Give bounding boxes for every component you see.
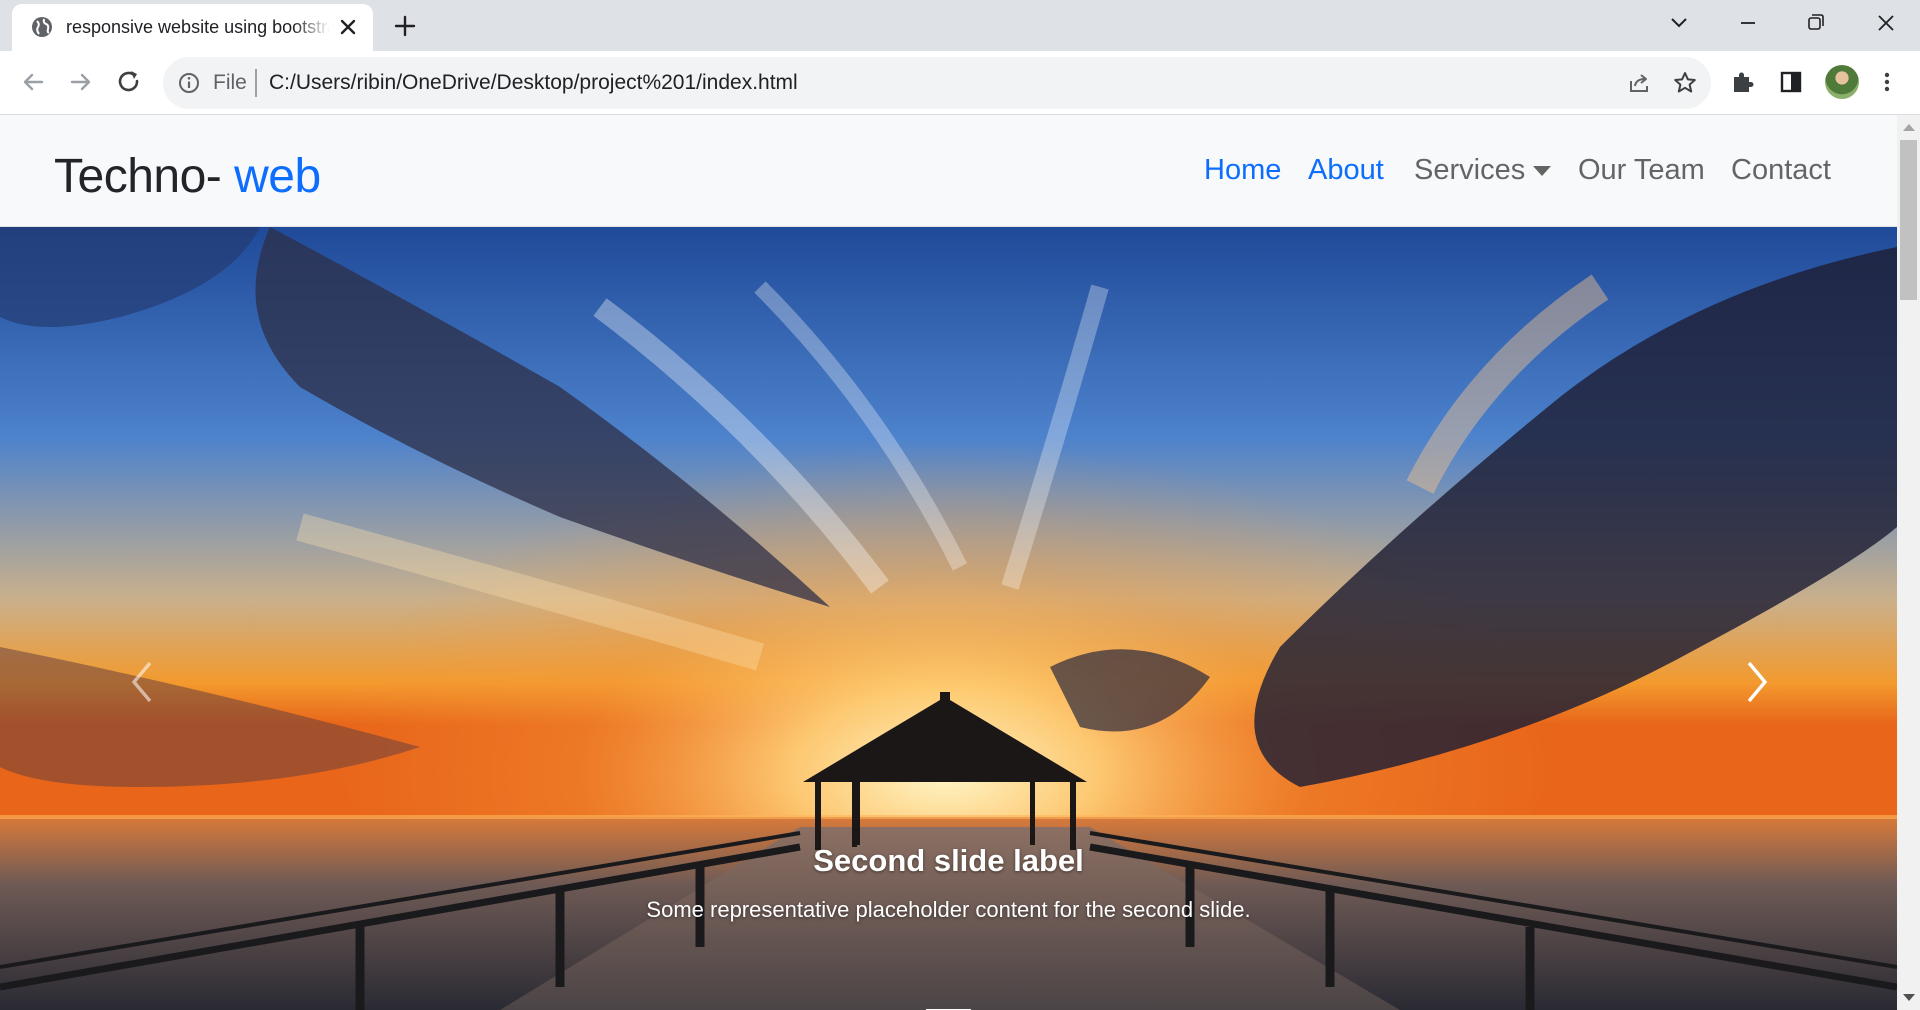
brand-accent: web [234, 150, 321, 203]
scrollbar-thumb[interactable] [1900, 140, 1917, 300]
new-tab-icon[interactable] [392, 13, 418, 39]
page-viewport: Techno- web Home About Services Our Team… [0, 115, 1920, 1010]
address-bar[interactable]: File C:/Users/ribin/OneDrive/Desktop/pro… [163, 57, 1711, 109]
nav-contact[interactable]: Contact [1731, 154, 1831, 187]
nav-our-team[interactable]: Our Team [1578, 154, 1705, 187]
slide-label: Second slide label [813, 843, 1084, 878]
extensions-icon[interactable] [1729, 68, 1757, 96]
close-window-icon[interactable] [1871, 10, 1901, 36]
hero-carousel: Second slide label Some representative p… [0, 227, 1897, 1010]
site-navbar: Techno- web Home About Services Our Team… [0, 115, 1897, 227]
browser-tabstrip: responsive website using bootstrap [0, 0, 1920, 51]
url-text[interactable]: C:/Users/ribin/OneDrive/Desktop/project%… [269, 71, 798, 95]
brand-primary: Techno- [54, 150, 235, 203]
profile-avatar[interactable] [1825, 65, 1859, 99]
nav-about[interactable]: About [1308, 154, 1384, 187]
globe-icon [32, 17, 52, 37]
services-dropdown-caret-icon[interactable] [1533, 166, 1551, 176]
minimize-icon[interactable] [1733, 10, 1763, 36]
carousel-slide-image [0, 227, 1897, 1010]
address-separator [255, 69, 257, 97]
side-panel-icon[interactable] [1777, 68, 1805, 96]
carousel-next-icon[interactable] [1731, 647, 1781, 717]
info-icon[interactable] [177, 71, 201, 95]
reload-icon[interactable] [114, 67, 144, 97]
scroll-down-arrow-icon[interactable] [1903, 994, 1915, 1001]
back-icon[interactable] [18, 67, 48, 97]
scheme-label: File [213, 71, 247, 94]
browser-tab[interactable]: responsive website using bootstrap [12, 4, 373, 51]
tab-search-icon[interactable] [1664, 10, 1694, 36]
site-brand[interactable]: Techno- web [54, 149, 321, 204]
share-icon[interactable] [1626, 70, 1652, 96]
scroll-up-arrow-icon[interactable] [1903, 124, 1915, 131]
bookmark-star-icon[interactable] [1672, 70, 1698, 96]
forward-icon[interactable] [66, 67, 96, 97]
nav-home[interactable]: Home [1204, 154, 1281, 187]
nav-services[interactable]: Services [1414, 154, 1525, 187]
menu-kebab-icon[interactable] [1873, 68, 1901, 96]
tab-title: responsive website using bootstrap [66, 17, 330, 37]
slide-text: Some representative placeholder content … [646, 897, 1251, 922]
restore-icon[interactable] [1800, 10, 1830, 36]
close-tab-icon[interactable] [337, 16, 359, 38]
browser-toolbar: File C:/Users/ribin/OneDrive/Desktop/pro… [0, 51, 1920, 115]
carousel-prev-icon[interactable] [118, 647, 168, 717]
